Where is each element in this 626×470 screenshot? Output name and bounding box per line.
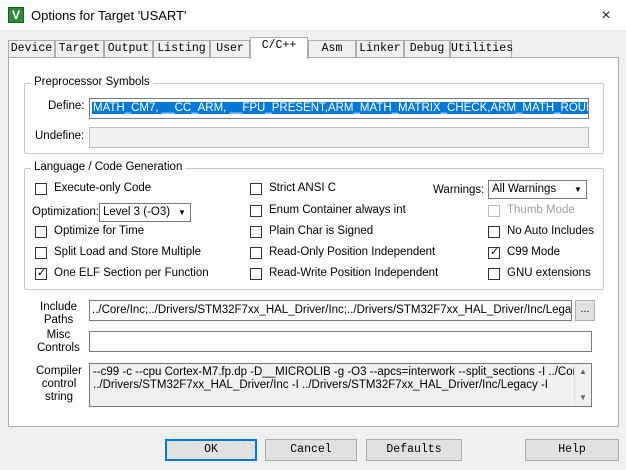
cancel-button[interactable]: Cancel — [265, 439, 357, 461]
warnings-value: All Warnings — [492, 183, 557, 195]
close-icon[interactable]: × — [586, 0, 626, 31]
tab-utilities[interactable]: Utilities — [450, 40, 513, 58]
enum-container-label: Enum Container always int — [269, 204, 406, 216]
include-paths-input[interactable]: ../Core/Inc;../Drivers/STM32F7xx_HAL_Dri… — [89, 300, 572, 321]
c99-mode-label: C99 Mode — [507, 246, 561, 258]
define-value: MATH_CM7, __CC_ARM, __FPU_PRESENT,ARM_MA… — [92, 102, 588, 114]
strict-ansi-box[interactable] — [250, 183, 262, 195]
strict-ansi-checkbox[interactable]: Strict ANSI C — [250, 182, 440, 197]
no-auto-includes-checkbox[interactable]: No Auto Includes — [488, 225, 598, 240]
defaults-button[interactable]: Defaults — [366, 439, 462, 461]
preprocessor-group-title: Preprocessor Symbols — [31, 76, 153, 88]
ro-position-label: Read-Only Position Independent — [269, 246, 436, 258]
plain-char-label: Plain Char is Signed — [269, 225, 374, 237]
misc-controls-input[interactable] — [89, 331, 592, 352]
tab-user[interactable]: User — [210, 40, 250, 58]
thumb-mode-checkbox[interactable]: Thumb Mode — [488, 204, 598, 219]
no-auto-includes-label: No Auto Includes — [507, 225, 594, 237]
one-elf-box[interactable] — [35, 266, 47, 280]
optimize-time-checkbox[interactable]: Optimize for Time — [35, 225, 235, 240]
thumb-mode-label: Thumb Mode — [507, 204, 575, 216]
tab-asm[interactable]: Asm — [308, 40, 356, 58]
chevron-down-icon[interactable]: ▼ — [175, 205, 189, 220]
enum-container-box[interactable] — [250, 205, 262, 217]
help-button[interactable]: Help — [525, 439, 619, 461]
execute-only-label: Execute-only Code — [54, 182, 152, 194]
tab-c-cpp[interactable]: C/C++ — [250, 37, 308, 59]
no-auto-includes-box[interactable] — [488, 226, 500, 238]
preprocessor-group: Preprocessor Symbols Define: MATH_CM7, _… — [24, 76, 604, 154]
ro-position-checkbox[interactable]: Read-Only Position Independent — [250, 246, 440, 261]
tab-device[interactable]: Device — [8, 40, 55, 58]
ok-button[interactable]: OK — [165, 439, 257, 461]
include-paths-label: Include Paths — [40, 301, 78, 326]
compiler-string-scrollbar[interactable]: ▲ ▼ — [574, 364, 591, 406]
split-load-box[interactable] — [35, 247, 47, 259]
scroll-up-icon[interactable]: ▲ — [575, 364, 591, 380]
c99-mode-box[interactable] — [488, 245, 500, 259]
one-elf-checkbox[interactable]: One ELF Section per Function — [35, 266, 245, 282]
gnu-extensions-box[interactable] — [488, 268, 500, 280]
compiler-string-line-1: --c99 -c --cpu Cortex-M7.fp.dp -D__MICRO… — [93, 366, 592, 378]
split-load-checkbox[interactable]: Split Load and Store Multiple — [35, 246, 245, 261]
misc-controls-label: Misc Controls — [37, 329, 80, 354]
warnings-select[interactable]: All Warnings ▼ — [488, 180, 587, 199]
cpp-options-panel: Preprocessor Symbols Define: MATH_CM7, _… — [8, 57, 619, 427]
define-label: Define: — [48, 100, 85, 112]
tab-listing[interactable]: Listing — [153, 40, 210, 58]
plain-char-checkbox[interactable]: Plain Char is Signed — [250, 225, 440, 240]
tab-target[interactable]: Target — [55, 40, 104, 58]
strict-ansi-label: Strict ANSI C — [269, 182, 337, 194]
scroll-down-icon[interactable]: ▼ — [575, 390, 591, 406]
compiler-control-string[interactable]: --c99 -c --cpu Cortex-M7.fp.dp -D__MICRO… — [89, 363, 592, 407]
rw-position-box[interactable] — [250, 268, 262, 280]
plain-char-box[interactable] — [250, 226, 262, 238]
warnings-label: Warnings: — [433, 184, 485, 196]
split-load-label: Split Load and Store Multiple — [54, 246, 202, 258]
compiler-control-label: Compiler control string — [36, 365, 83, 403]
tab-linker[interactable]: Linker — [356, 40, 404, 58]
optimization-value: Level 3 (-O3) — [103, 206, 171, 218]
rw-position-label: Read-Write Position Independent — [269, 267, 439, 279]
window-title: Options for Target 'USART' — [31, 8, 187, 23]
optimize-time-box[interactable] — [35, 226, 47, 238]
one-elf-label: One ELF Section per Function — [54, 267, 209, 279]
gnu-extensions-label: GNU extensions — [507, 267, 591, 279]
rw-position-checkbox[interactable]: Read-Write Position Independent — [250, 267, 440, 282]
chevron-down-icon[interactable]: ▼ — [571, 182, 585, 197]
undefine-input[interactable] — [89, 127, 589, 148]
undefine-label: Undefine: — [35, 130, 85, 142]
optimization-select[interactable]: Level 3 (-O3) ▼ — [99, 203, 191, 222]
thumb-mode-box[interactable] — [488, 205, 500, 217]
include-paths-browse-button[interactable]: ... — [575, 300, 595, 321]
optimize-time-label: Optimize for Time — [54, 225, 145, 237]
define-input[interactable]: MATH_CM7, __CC_ARM, __FPU_PRESENT,ARM_MA… — [89, 98, 589, 119]
ro-position-box[interactable] — [250, 247, 262, 259]
tab-output[interactable]: Output — [104, 40, 153, 58]
c99-mode-checkbox[interactable]: C99 Mode — [488, 245, 598, 261]
tab-debug[interactable]: Debug — [404, 40, 450, 58]
language-group: Language / Code Generation Execute-only … — [24, 161, 604, 290]
execute-only-box[interactable] — [35, 183, 47, 195]
compiler-string-line-2: ../Drivers/STM32F7xx_HAL_Driver/Inc -I .… — [93, 379, 549, 391]
enum-container-checkbox[interactable]: Enum Container always int — [250, 204, 440, 219]
optimization-label: Optimization: — [32, 206, 100, 218]
app-icon — [8, 7, 24, 23]
execute-only-checkbox[interactable]: Execute-only Code — [35, 182, 235, 197]
language-group-title: Language / Code Generation — [31, 161, 186, 173]
gnu-extensions-checkbox[interactable]: GNU extensions — [488, 267, 598, 282]
title-bar: Options for Target 'USART' × — [0, 0, 626, 31]
